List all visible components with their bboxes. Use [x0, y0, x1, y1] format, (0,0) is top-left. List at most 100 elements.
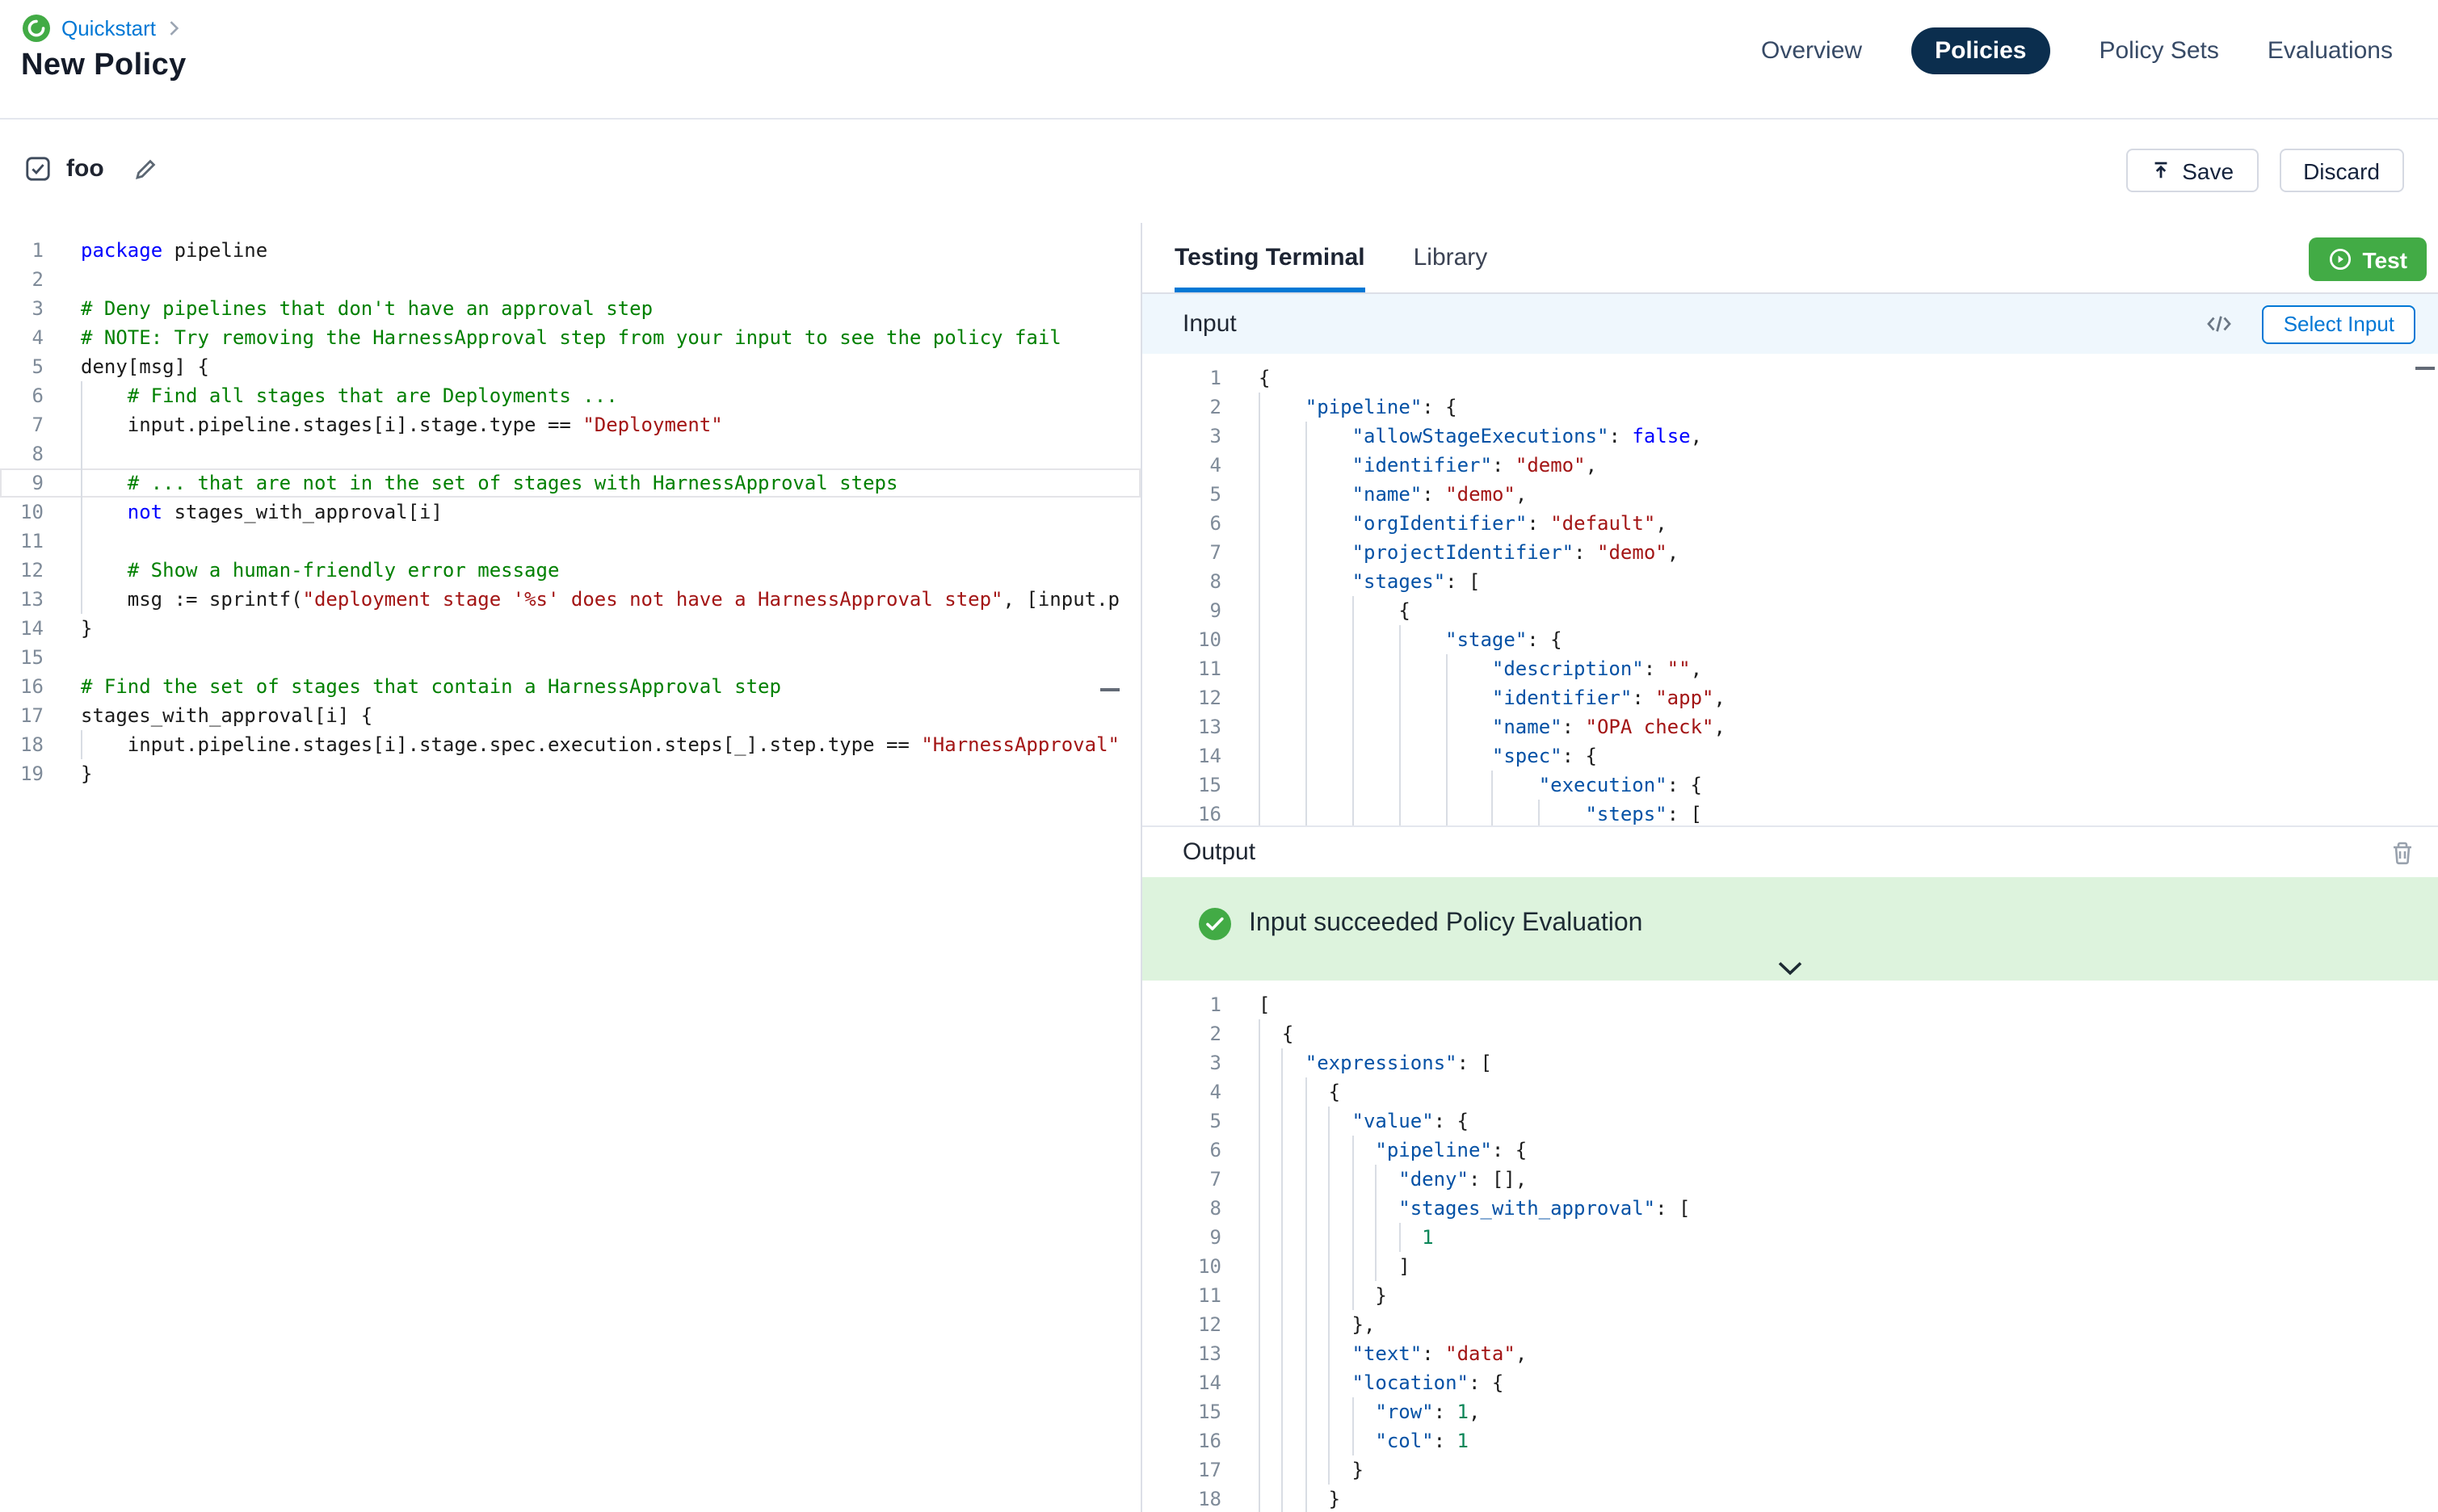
code-line[interactable]: 12"identifier": "app", [1142, 683, 2438, 712]
code-line[interactable]: 14"spec": { [1142, 741, 2438, 771]
line-number: 11 [1142, 654, 1221, 683]
line-number: 9 [1142, 1223, 1221, 1252]
code-line[interactable]: 15"row": 1, [1142, 1397, 2438, 1426]
code-line[interactable]: 10] [1142, 1252, 2438, 1281]
tab-testing-terminal[interactable]: Testing Terminal [1175, 223, 1365, 292]
output-json-editor[interactable]: 1[2{3"expressions": [4{5"value": {6"pipe… [1142, 981, 2438, 1512]
code-line[interactable]: 8"stages": [ [1142, 567, 2438, 596]
code-line[interactable]: 1[ [1142, 990, 2438, 1019]
code-line[interactable]: 8 [0, 439, 1141, 468]
code-line[interactable]: 15"execution": { [1142, 771, 2438, 800]
project-logo-icon [23, 15, 50, 42]
policy-code-editor[interactable]: 1package pipeline23# Deny pipelines that… [0, 223, 1142, 1512]
code-line[interactable]: 10"stage": { [1142, 625, 2438, 654]
code-line[interactable]: 18input.pipeline.stages[i].stage.spec.ex… [0, 730, 1141, 759]
tab-library[interactable]: Library [1414, 223, 1488, 292]
code-line[interactable]: 14} [0, 614, 1141, 643]
code-line[interactable]: 1package pipeline [0, 236, 1141, 265]
code-line[interactable]: 4"identifier": "demo", [1142, 451, 2438, 480]
edit-pencil-icon[interactable] [135, 158, 158, 180]
code-line[interactable]: 3"allowStageExecutions": false, [1142, 422, 2438, 451]
evaluation-result-text: Input succeeded Policy Evaluation [1249, 909, 1642, 939]
code-line[interactable]: 7"projectIdentifier": "demo", [1142, 538, 2438, 567]
code-line[interactable]: 7"deny": [], [1142, 1165, 2438, 1194]
line-number: 17 [0, 701, 44, 730]
code-line[interactable]: 17stages_with_approval[i] { [0, 701, 1141, 730]
code-line[interactable]: 14"location": { [1142, 1368, 2438, 1397]
code-line[interactable]: 8"stages_with_approval": [ [1142, 1194, 2438, 1223]
line-number: 1 [0, 236, 44, 265]
code-line[interactable]: 5"name": "demo", [1142, 480, 2438, 509]
code-line[interactable]: 18} [1142, 1485, 2438, 1512]
overview-ruler-mark [2415, 367, 2435, 370]
line-number: 7 [1142, 1165, 1221, 1194]
code-line[interactable]: 6"orgIdentifier": "default", [1142, 509, 2438, 538]
code-line[interactable]: 2{ [1142, 1019, 2438, 1048]
line-number: 11 [1142, 1281, 1221, 1310]
code-line[interactable]: 2"pipeline": { [1142, 393, 2438, 422]
test-button[interactable]: Test [2310, 237, 2427, 281]
toolbar-actions: Save Discard [2125, 149, 2404, 192]
line-number: 17 [1142, 1455, 1221, 1485]
code-line[interactable]: 6"pipeline": { [1142, 1136, 2438, 1165]
code-line[interactable]: 9# ... that are not in the set of stages… [0, 468, 1141, 498]
chevron-down-icon[interactable] [1777, 961, 1803, 976]
code-line[interactable]: 12# Show a human-friendly error message [0, 556, 1141, 585]
code-line[interactable]: 91 [1142, 1223, 2438, 1252]
line-number: 13 [1142, 1339, 1221, 1368]
code-line[interactable]: 4{ [1142, 1077, 2438, 1107]
code-line[interactable]: 11 [0, 527, 1141, 556]
line-number: 12 [1142, 1310, 1221, 1339]
nav-item-overview[interactable]: Overview [1761, 37, 1862, 65]
upload-arrow-icon [2150, 160, 2171, 181]
line-number: 7 [1142, 538, 1221, 567]
line-number: 10 [1142, 1252, 1221, 1281]
code-line[interactable]: 6# Find all stages that are Deployments … [0, 381, 1141, 410]
code-line[interactable]: 5deny[msg] { [0, 352, 1141, 381]
code-line[interactable]: 19} [0, 759, 1141, 788]
discard-button[interactable]: Discard [2279, 149, 2404, 192]
code-line[interactable]: 11} [1142, 1281, 2438, 1310]
code-line[interactable]: 10not stages_with_approval[i] [0, 498, 1141, 527]
code-line[interactable]: 3# Deny pipelines that don't have an app… [0, 294, 1141, 323]
breadcrumb-project-link[interactable]: Quickstart [61, 16, 156, 40]
code-line[interactable]: 5"value": { [1142, 1107, 2438, 1136]
code-line[interactable]: 12}, [1142, 1310, 2438, 1339]
code-line[interactable]: 16"col": 1 [1142, 1426, 2438, 1455]
code-line[interactable]: 7input.pipeline.stages[i].stage.type == … [0, 410, 1141, 439]
line-number: 12 [0, 556, 44, 585]
line-number: 16 [0, 672, 44, 701]
code-line[interactable]: 16"steps": [ [1142, 800, 2438, 825]
line-number: 5 [1142, 480, 1221, 509]
code-line[interactable]: 11"description": "", [1142, 654, 2438, 683]
code-line[interactable]: 15 [0, 643, 1141, 672]
code-line[interactable]: 13msg := sprintf("deployment stage '%s' … [0, 585, 1141, 614]
save-label: Save [2182, 158, 2234, 183]
code-line[interactable]: 13"text": "data", [1142, 1339, 2438, 1368]
line-number: 8 [1142, 567, 1221, 596]
save-button[interactable]: Save [2125, 149, 2258, 192]
code-view-icon[interactable] [2206, 313, 2234, 334]
code-line[interactable]: 17} [1142, 1455, 2438, 1485]
code-line[interactable]: 2 [0, 265, 1141, 294]
code-line[interactable]: 9{ [1142, 596, 2438, 625]
line-number: 8 [1142, 1194, 1221, 1223]
select-input-button[interactable]: Select Input [2263, 304, 2415, 343]
trash-icon[interactable] [2390, 839, 2415, 865]
code-line[interactable]: 3"expressions": [ [1142, 1048, 2438, 1077]
line-number: 7 [0, 410, 44, 439]
nav-item-policies[interactable]: Policies [1910, 27, 2050, 74]
code-line[interactable]: 4# NOTE: Try removing the HarnessApprova… [0, 323, 1141, 352]
nav-item-evaluations[interactable]: Evaluations [2268, 37, 2393, 65]
testing-panel: Testing Terminal Library Test Input Sele… [1142, 223, 2438, 1512]
line-number: 19 [0, 759, 44, 788]
line-number: 10 [1142, 625, 1221, 654]
line-number: 3 [1142, 422, 1221, 451]
code-line[interactable]: 13"name": "OPA check", [1142, 712, 2438, 741]
input-json-editor[interactable]: 1{2"pipeline": {3"allowStageExecutions":… [1142, 354, 2438, 825]
code-line[interactable]: 16# Find the set of stages that contain … [0, 672, 1141, 701]
line-number: 14 [1142, 741, 1221, 771]
breadcrumb: Quickstart [23, 15, 179, 42]
code-line[interactable]: 1{ [1142, 363, 2438, 393]
nav-item-policy-sets[interactable]: Policy Sets [2099, 37, 2218, 65]
